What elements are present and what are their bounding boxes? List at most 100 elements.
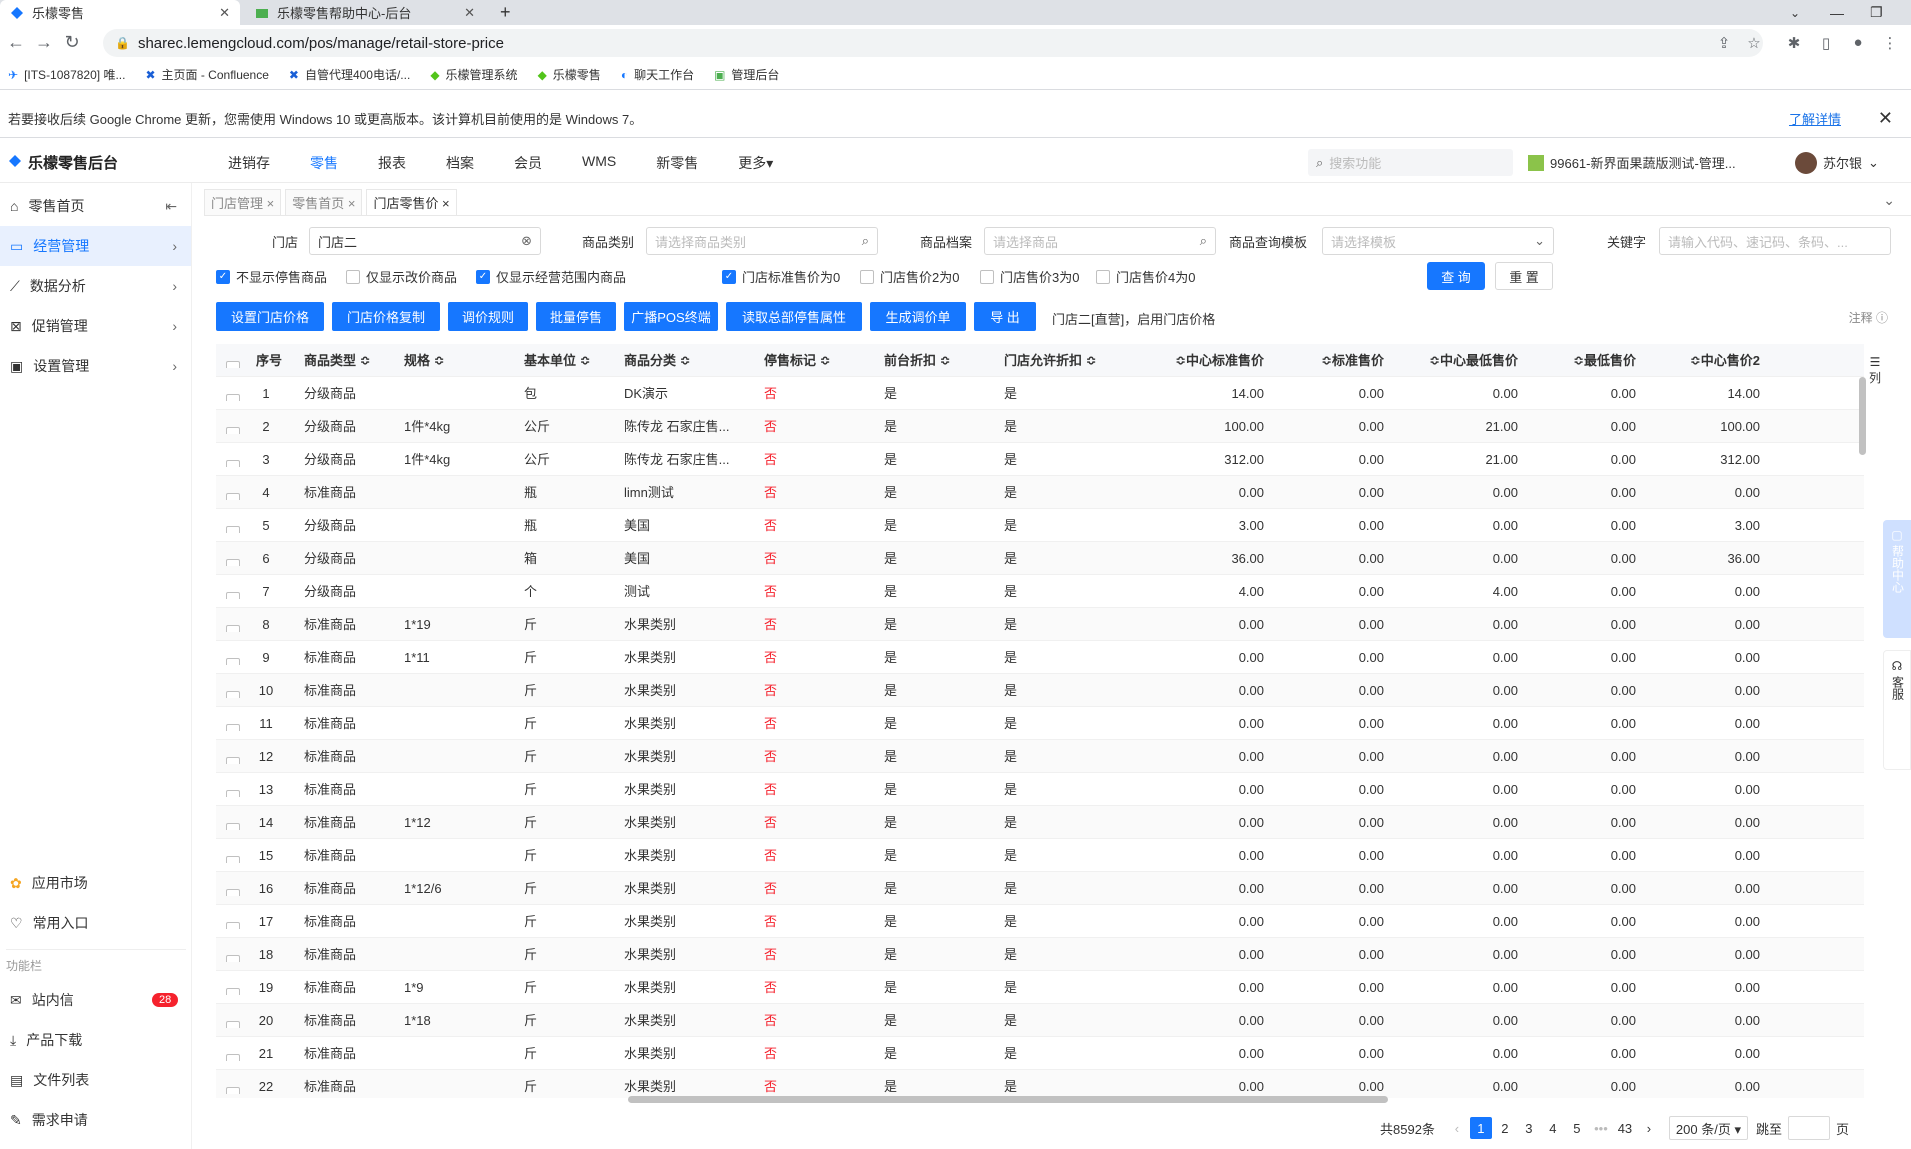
checkbox-hide-discontinued[interactable]: ✓ 不显示停售商品 xyxy=(216,267,327,286)
row-checkbox[interactable] xyxy=(226,948,240,962)
sidebar-item-settings[interactable]: ▣ 设置管理 › xyxy=(0,346,191,386)
nav-item[interactable]: 新零售 xyxy=(636,153,718,173)
table-row[interactable]: 4 标准商品 瓶 limn测试 否 是 是 0.00 0.00 0.00 0.00 0.00 xyxy=(216,476,1864,509)
tab-list-chevron-icon[interactable]: ⌄ xyxy=(1780,0,1810,25)
table-row[interactable]: 14 标准商品 1*12 斤 水果类别 否 是 是 0.00 0.00 0.00 0.00 0.00 xyxy=(216,806,1864,839)
function-search-input[interactable]: ⌕ 搜索功能 xyxy=(1308,149,1513,176)
row-checkbox[interactable] xyxy=(226,783,240,797)
column-settings-button[interactable]: ☰ 列 xyxy=(1868,354,1882,386)
vertical-scrollbar[interactable] xyxy=(1859,377,1866,455)
close-icon[interactable]: ✕ xyxy=(464,5,475,21)
row-checkbox[interactable] xyxy=(226,453,240,467)
row-checkbox[interactable] xyxy=(226,882,240,896)
batch-discontinue-button[interactable]: 批量停售 xyxy=(536,302,616,331)
copy-store-price-button[interactable]: 门店价格复制 xyxy=(332,302,440,331)
prev-page-icon[interactable]: ‹ xyxy=(1446,1117,1468,1139)
row-checkbox[interactable] xyxy=(226,585,240,599)
page-number[interactable]: 1 xyxy=(1469,1117,1492,1139)
nav-item-more[interactable]: 更多▾ xyxy=(718,153,793,173)
table-row[interactable]: 6 分级商品 箱 美国 否 是 是 36.00 0.00 0.00 0.00 36.00 xyxy=(216,542,1864,575)
browser-tab[interactable]: 乐檬零售 ✕ xyxy=(0,0,240,25)
checkbox[interactable] xyxy=(346,269,360,284)
page-number[interactable]: 43 xyxy=(1614,1117,1636,1139)
learn-more-link[interactable]: 了解详情 xyxy=(1789,109,1841,128)
table-row[interactable]: 10 标准商品 斤 水果类别 否 是 是 0.00 0.00 0.00 0.00 0.00 xyxy=(216,674,1864,707)
keyword-input[interactable]: 请输入代码、速记码、条码、... xyxy=(1659,227,1891,255)
checkbox-standard-price-zero[interactable]: ✓ 门店标准售价为0 xyxy=(722,267,840,286)
checkbox-price2-zero[interactable]: 门店售价2为0 xyxy=(860,267,959,286)
column-header[interactable]: ≎最低售价 xyxy=(1528,344,1636,377)
back-icon[interactable]: ← xyxy=(2,32,30,53)
table-row[interactable]: 16 标准商品 1*12/6 斤 水果类别 否 是 是 0.00 0.00 0.00 0.00 0.00 xyxy=(216,872,1864,905)
read-hq-discontinue-button[interactable]: 读取总部停售属性 xyxy=(726,302,862,331)
profile-icon[interactable]: ● xyxy=(1844,34,1872,51)
column-header[interactable]: 商品类型 ≎ xyxy=(304,344,371,377)
customer-service-button[interactable]: ☊ 客服 xyxy=(1883,650,1911,770)
bookmark-item[interactable]: ◆ 乐檬管理系统 xyxy=(430,66,517,83)
horizontal-scrollbar[interactable] xyxy=(628,1096,1388,1103)
broadcast-pos-button[interactable]: 广播POS终端 xyxy=(624,302,718,331)
column-header[interactable]: 规格 ≎ xyxy=(404,344,445,377)
jump-page-input[interactable] xyxy=(1788,1116,1830,1140)
table-row[interactable]: 11 标准商品 斤 水果类别 否 是 是 0.00 0.00 0.00 0.00 0.00 xyxy=(216,707,1864,740)
page-number[interactable]: 3 xyxy=(1518,1117,1540,1139)
table-row[interactable]: 5 分级商品 瓶 美国 否 是 是 3.00 0.00 0.00 0.00 3.00 xyxy=(216,509,1864,542)
select-all-checkbox[interactable] xyxy=(226,354,240,368)
bookmark-item[interactable]: ✖ 主页面 - Confluence xyxy=(145,66,268,83)
sidebar-item-messages[interactable]: ✉ 站内信 28 xyxy=(0,980,192,1020)
row-checkbox[interactable] xyxy=(226,717,240,731)
sidebar-item-retail-home[interactable]: ⌂ 零售首页 ⇤ xyxy=(0,186,191,226)
store-input[interactable]: 门店二 ⊗ xyxy=(309,227,541,255)
close-icon[interactable]: ✕ xyxy=(1878,108,1893,129)
column-header[interactable]: ≎中心售价2 xyxy=(1646,344,1760,377)
row-checkbox[interactable] xyxy=(226,1047,240,1061)
row-checkbox[interactable] xyxy=(226,387,240,401)
archive-input[interactable]: 请选择商品 ⌕ xyxy=(984,227,1216,255)
table-row[interactable]: 20 标准商品 1*18 斤 水果类别 否 是 是 0.00 0.00 0.00 0.00 0.00 xyxy=(216,1004,1864,1037)
bookmark-item[interactable]: ◆ 乐檬零售 xyxy=(538,66,601,83)
help-center-button[interactable]: ▢ 帮助中心 xyxy=(1883,520,1911,638)
sidebar-item-downloads[interactable]: ⤓ 产品下载 xyxy=(0,1020,192,1060)
sidebar-item-app-market[interactable]: ✿ 应用市场 xyxy=(0,863,192,903)
page-number[interactable]: 2 xyxy=(1494,1117,1516,1139)
row-checkbox[interactable] xyxy=(226,816,240,830)
nav-item[interactable]: 档案 xyxy=(426,153,494,173)
forward-icon[interactable]: → xyxy=(30,32,58,53)
page-ellipsis[interactable]: ••• xyxy=(1590,1117,1612,1139)
checkbox-price3-zero[interactable]: 门店售价3为0 xyxy=(980,267,1079,286)
query-button[interactable]: 查 询 xyxy=(1427,262,1485,290)
table-row[interactable]: 1 分级商品 包 DK演示 否 是 是 14.00 0.00 0.00 0.00 14.00 xyxy=(216,377,1864,410)
column-header[interactable]: 序号 xyxy=(256,344,282,377)
new-tab-icon[interactable]: + xyxy=(490,0,520,25)
row-checkbox[interactable] xyxy=(226,1014,240,1028)
table-row[interactable]: 22 标准商品 斤 水果类别 否 是 是 0.00 0.00 0.00 0.00 0.00 xyxy=(216,1070,1864,1098)
row-checkbox[interactable] xyxy=(226,981,240,995)
next-page-icon[interactable]: › xyxy=(1638,1117,1660,1139)
collapse-sidebar-icon[interactable]: ⇤ xyxy=(165,198,177,215)
maximize-icon[interactable]: ❐ xyxy=(1860,0,1893,25)
reload-icon[interactable]: ↻ xyxy=(58,32,86,53)
minimize-icon[interactable]: — xyxy=(1820,0,1854,25)
extensions-icon[interactable]: ✱ xyxy=(1780,34,1808,52)
checkbox-price4-zero[interactable]: 门店售价4为0 xyxy=(1096,267,1195,286)
column-header[interactable]: 基本单位 ≎ xyxy=(524,344,591,377)
share-icon[interactable]: ⇪ xyxy=(1710,34,1738,52)
checkbox[interactable]: ✓ xyxy=(216,269,230,284)
column-header[interactable]: 商品分类 ≎ xyxy=(624,344,691,377)
generate-adjust-order-button[interactable]: 生成调价单 xyxy=(870,302,966,331)
row-checkbox[interactable] xyxy=(226,684,240,698)
checkbox[interactable]: ✓ xyxy=(722,269,736,284)
bookmark-item[interactable]: ✈ [ITS-1087820] 唯... xyxy=(8,66,125,83)
clear-icon[interactable]: ⊗ xyxy=(521,233,532,249)
column-header[interactable]: ≎中心最低售价 xyxy=(1394,344,1518,377)
column-header[interactable]: 前台折扣 ≎ xyxy=(884,344,951,377)
row-checkbox[interactable] xyxy=(226,651,240,665)
row-checkbox[interactable] xyxy=(226,750,240,764)
checkbox[interactable] xyxy=(1096,269,1110,284)
sidebar-item-operations[interactable]: ▭ 经营管理 › xyxy=(0,226,191,266)
table-row[interactable]: 7 分级商品 个 测试 否 是 是 4.00 0.00 4.00 0.00 0.00 xyxy=(216,575,1864,608)
sidepanel-icon[interactable]: ▯ xyxy=(1812,34,1840,52)
checkbox-scope-only[interactable]: ✓ 仅显示经营范围内商品 xyxy=(476,267,626,286)
category-input[interactable]: 请选择商品类别 ⌕ xyxy=(646,227,878,255)
sidebar-item-requests[interactable]: ✎ 需求申请 xyxy=(0,1100,192,1140)
